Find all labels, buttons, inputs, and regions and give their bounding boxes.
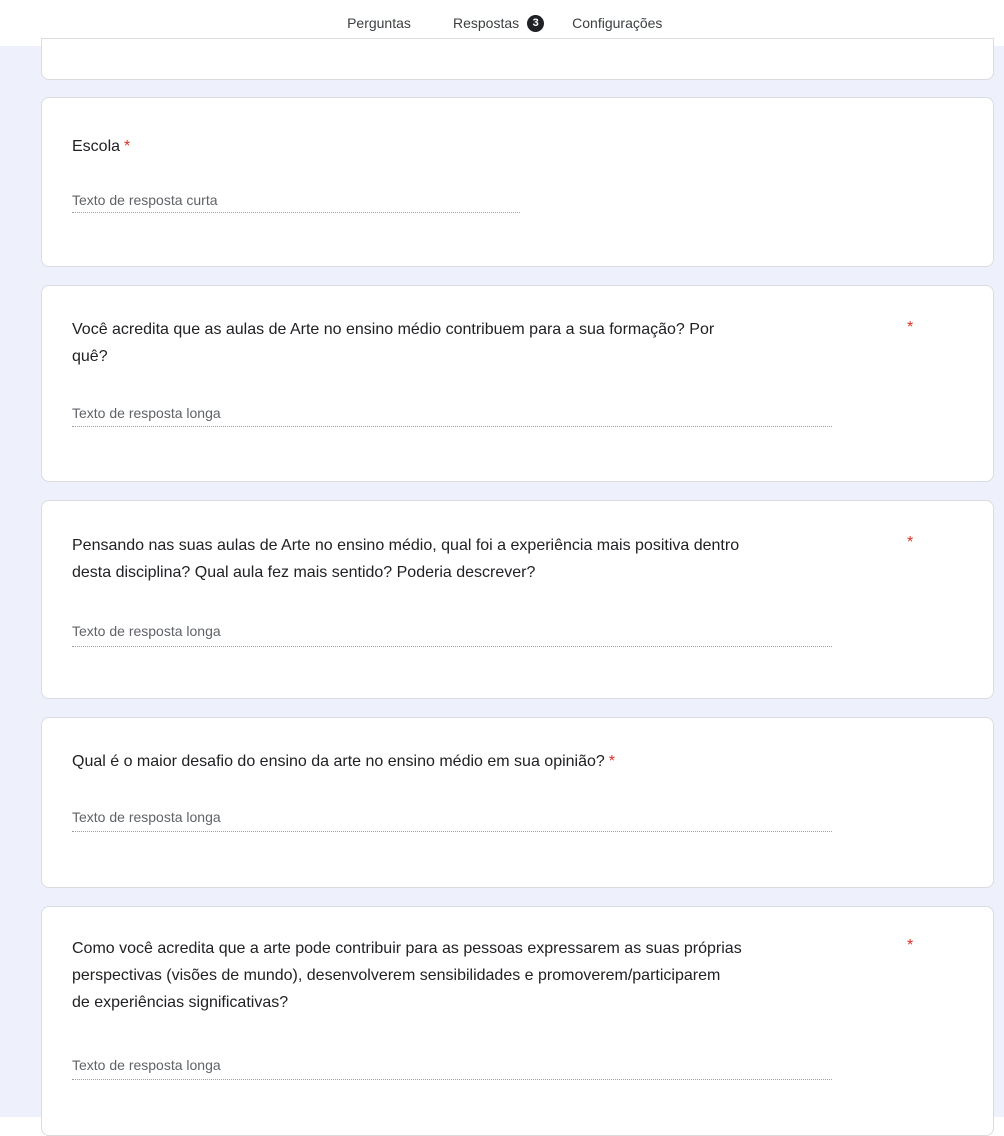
answer-placeholder: Texto de resposta longa bbox=[72, 623, 221, 639]
question-card-art-contribution[interactable]: Você acredita que as aulas de Arte no en… bbox=[41, 285, 994, 482]
answer-placeholder: Texto de resposta longa bbox=[72, 405, 221, 421]
answer-placeholder: Texto de resposta curta bbox=[72, 192, 218, 208]
question-title-line-1: Pensando nas suas aulas de Arte no ensin… bbox=[72, 537, 740, 554]
answer-placeholder: Texto de resposta longa bbox=[72, 1057, 221, 1073]
question-title-line-1: Como você acredita que a arte pode contr… bbox=[72, 940, 742, 957]
question-title-text: Escola bbox=[72, 138, 121, 155]
question-title-line-2: quê? bbox=[72, 348, 108, 365]
required-asterisk: * bbox=[907, 534, 914, 551]
required-asterisk: * bbox=[907, 319, 914, 336]
question-title-line-2: desta disciplina? Qual aula fez mais sen… bbox=[72, 564, 536, 581]
question-title: Pensando nas suas aulas de Arte no ensin… bbox=[72, 532, 739, 586]
question-title: Você acredita que as aulas de Arte no en… bbox=[72, 316, 714, 370]
answer-underline bbox=[72, 426, 832, 427]
question-title: Qual é o maior desafio do ensino da arte… bbox=[72, 748, 615, 775]
question-card-biggest-challenge[interactable]: Qual é o maior desafio do ensino da arte… bbox=[41, 717, 994, 888]
answer-placeholder: Texto de resposta longa bbox=[72, 809, 221, 825]
question-title-text: Qual é o maior desafio do ensino da arte… bbox=[72, 753, 605, 770]
required-asterisk: * bbox=[124, 138, 131, 155]
question-card-art-expression[interactable]: Como você acredita que a arte pode contr… bbox=[41, 906, 994, 1136]
answer-underline bbox=[72, 1079, 832, 1080]
question-title-line-1: Você acredita que as aulas de Arte no en… bbox=[72, 321, 715, 338]
question-card-school[interactable]: Escola * Texto de resposta curta bbox=[41, 97, 994, 267]
answer-underline bbox=[72, 646, 832, 647]
responses-count-badge: 3 bbox=[527, 14, 545, 32]
question-card-partial[interactable] bbox=[41, 38, 994, 80]
question-card-positive-experience[interactable]: Pensando nas suas aulas de Arte no ensin… bbox=[41, 500, 994, 699]
tab-settings-label: Configurações bbox=[572, 15, 663, 31]
answer-underline bbox=[72, 831, 832, 832]
question-title-line-3: de experiências significativas? bbox=[72, 994, 289, 1011]
required-asterisk: * bbox=[608, 753, 616, 770]
tab-responses-label: Respostas bbox=[453, 15, 520, 31]
answer-underline bbox=[72, 212, 520, 213]
required-asterisk: * bbox=[907, 937, 914, 954]
tab-questions-label: Perguntas bbox=[347, 15, 411, 31]
question-title: Como você acredita que a arte pode contr… bbox=[72, 935, 742, 1016]
question-title: Escola * bbox=[72, 133, 130, 160]
question-title-line-2: perspectivas (visões de mundo), desenvol… bbox=[72, 967, 721, 984]
